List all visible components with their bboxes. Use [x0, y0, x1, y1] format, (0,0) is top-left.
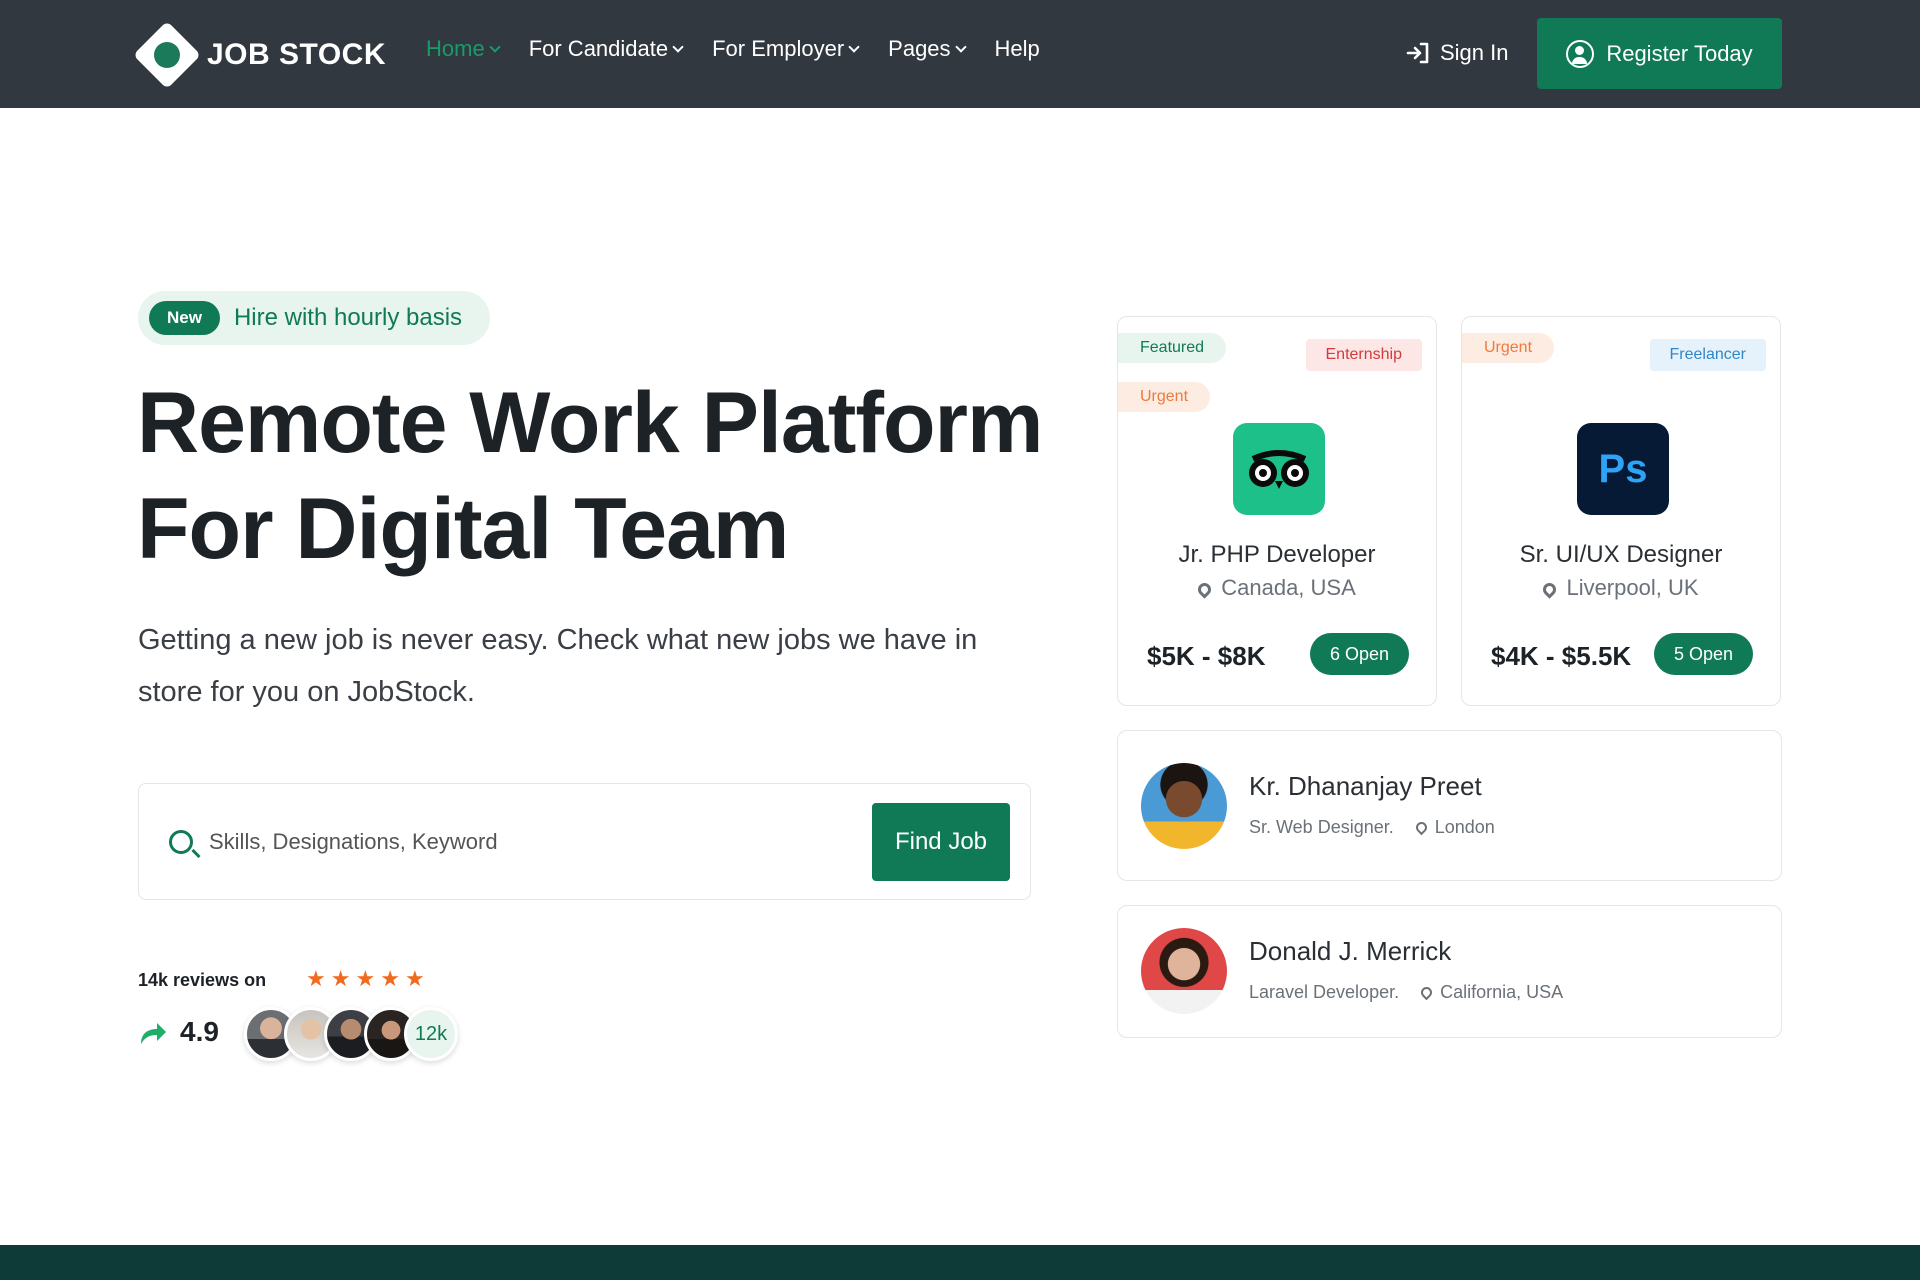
sign-in-link[interactable]: Sign In: [1406, 40, 1509, 66]
share-arrow-icon: [141, 1023, 166, 1044]
logo[interactable]: JOB STOCK: [133, 21, 386, 89]
hero-description: Getting a new job is never easy. Check w…: [138, 624, 978, 708]
job-location-text: Liverpool, UK: [1566, 575, 1699, 600]
register-label: Register Today: [1606, 40, 1753, 66]
register-button[interactable]: Register Today: [1537, 18, 1782, 89]
job-location-text: Canada, USA: [1221, 575, 1356, 600]
candidate-location: London: [1413, 817, 1495, 838]
hero-title-line1: Remote Work Platform: [137, 375, 1043, 471]
candidate-role: Laravel Developer.: [1249, 982, 1400, 1002]
candidate-meta: Sr. Web Designer. London: [1249, 817, 1495, 838]
job-card[interactable]: Urgent Freelancer Ps Sr. UI/UX Designer …: [1461, 316, 1781, 706]
photoshop-logo-text: Ps: [1598, 446, 1648, 491]
search-icon: [169, 830, 193, 854]
photoshop-icon: Ps: [1577, 423, 1669, 515]
search-input[interactable]: [209, 820, 769, 864]
hire-badge: New Hire with hourly basis: [138, 291, 490, 345]
tripadvisor-owl-icon: [1233, 423, 1325, 515]
star-icon: ★: [330, 966, 351, 991]
nav-help[interactable]: Help: [995, 36, 1040, 62]
job-card[interactable]: Featured Urgent Enternship Jr. PHP Devel…: [1117, 316, 1437, 706]
open-positions-button[interactable]: 6 Open: [1310, 633, 1409, 675]
reviews-label: 14k reviews on: [138, 970, 267, 990]
hero-title: Remote Work Platform For Digital Team: [137, 370, 1057, 582]
location-pin-icon: [1413, 819, 1430, 836]
location-pin-icon: [1540, 580, 1560, 599]
nav-for-candidate[interactable]: For Candidate: [528, 36, 684, 62]
sign-in-icon: [1406, 42, 1429, 64]
urgent-tag: Urgent: [1118, 382, 1211, 412]
nav-home-label: Home: [426, 36, 485, 61]
freelancer-tag: Freelancer: [1649, 339, 1766, 371]
job-location: Canada, USA: [1118, 575, 1436, 601]
new-badge: New: [149, 301, 220, 335]
hire-badge-text: Hire with hourly basis: [233, 304, 463, 331]
location-pin-icon: [1195, 580, 1214, 599]
sign-in-label: Sign In: [1440, 40, 1509, 65]
footer-band: [0, 1245, 1920, 1280]
star-icon: ★: [380, 966, 400, 991]
candidate-card[interactable]: Kr. Dhananjay Preet Sr. Web Designer. Lo…: [1117, 730, 1782, 881]
job-title: Jr. PHP Developer: [1178, 541, 1376, 568]
chevron-down-icon: [489, 41, 501, 53]
open-positions-button[interactable]: 5 Open: [1654, 633, 1753, 675]
job-salary: $5K - $8K: [1147, 641, 1266, 671]
nav-home[interactable]: Home: [426, 36, 501, 62]
internship-tag: Enternship: [1305, 339, 1422, 371]
nav-for-employer[interactable]: For Employer: [712, 36, 860, 62]
job-search-box: Find Job: [138, 783, 1031, 900]
avatar: [1141, 928, 1227, 1014]
avatar-count: 12k: [404, 1007, 458, 1061]
candidate-role: Sr. Web Designer.: [1249, 817, 1394, 837]
top-navbar: JOB STOCK Home For Candidate For Employe…: [0, 0, 1920, 108]
featured-tag: Featured: [1118, 333, 1227, 363]
nav-pages[interactable]: Pages: [888, 36, 967, 62]
job-salary: $4K - $5.5K: [1491, 641, 1632, 671]
logo-text: JOB STOCK: [207, 38, 386, 71]
find-job-button[interactable]: Find Job: [872, 803, 1010, 881]
job-title: Sr. UI/UX Designer: [1519, 541, 1723, 568]
candidate-card[interactable]: Donald J. Merrick Laravel Developer. Cal…: [1117, 905, 1782, 1038]
star-icon: ★: [404, 966, 425, 991]
location-pin-icon: [1418, 984, 1435, 1001]
job-location: Liverpool, UK: [1462, 575, 1780, 601]
candidate-name: Donald J. Merrick: [1249, 936, 1452, 966]
user-icon: [1566, 39, 1595, 68]
nav-for-candidate-label: For Candidate: [528, 36, 669, 61]
urgent-tag: Urgent: [1462, 333, 1555, 363]
hero-title-line2: For Digital Team: [137, 481, 789, 577]
candidate-location-text: London: [1434, 817, 1495, 837]
candidate-location: California, USA: [1418, 982, 1564, 1003]
reviewer-avatars: 12k: [244, 1007, 458, 1061]
avatar: [1141, 763, 1227, 849]
candidate-meta: Laravel Developer. California, USA: [1249, 982, 1563, 1003]
candidate-name: Kr. Dhananjay Preet: [1249, 771, 1482, 801]
candidate-location-text: California, USA: [1440, 982, 1564, 1002]
rating-value: 4.9: [180, 1016, 219, 1047]
star-icon: ★: [355, 966, 376, 991]
chevron-down-icon: [672, 41, 684, 53]
chevron-down-icon: [954, 41, 967, 53]
star-icon: ★: [306, 966, 326, 991]
star-rating: ★ ★ ★ ★ ★: [306, 966, 425, 992]
nav-pages-label: Pages: [888, 36, 951, 61]
nav-for-employer-label: For Employer: [712, 36, 845, 61]
logo-icon: [133, 21, 201, 89]
nav-help-label: Help: [994, 36, 1040, 61]
chevron-down-icon: [848, 41, 860, 53]
main-nav: Home For Candidate For Employer Pages He…: [426, 36, 1040, 62]
